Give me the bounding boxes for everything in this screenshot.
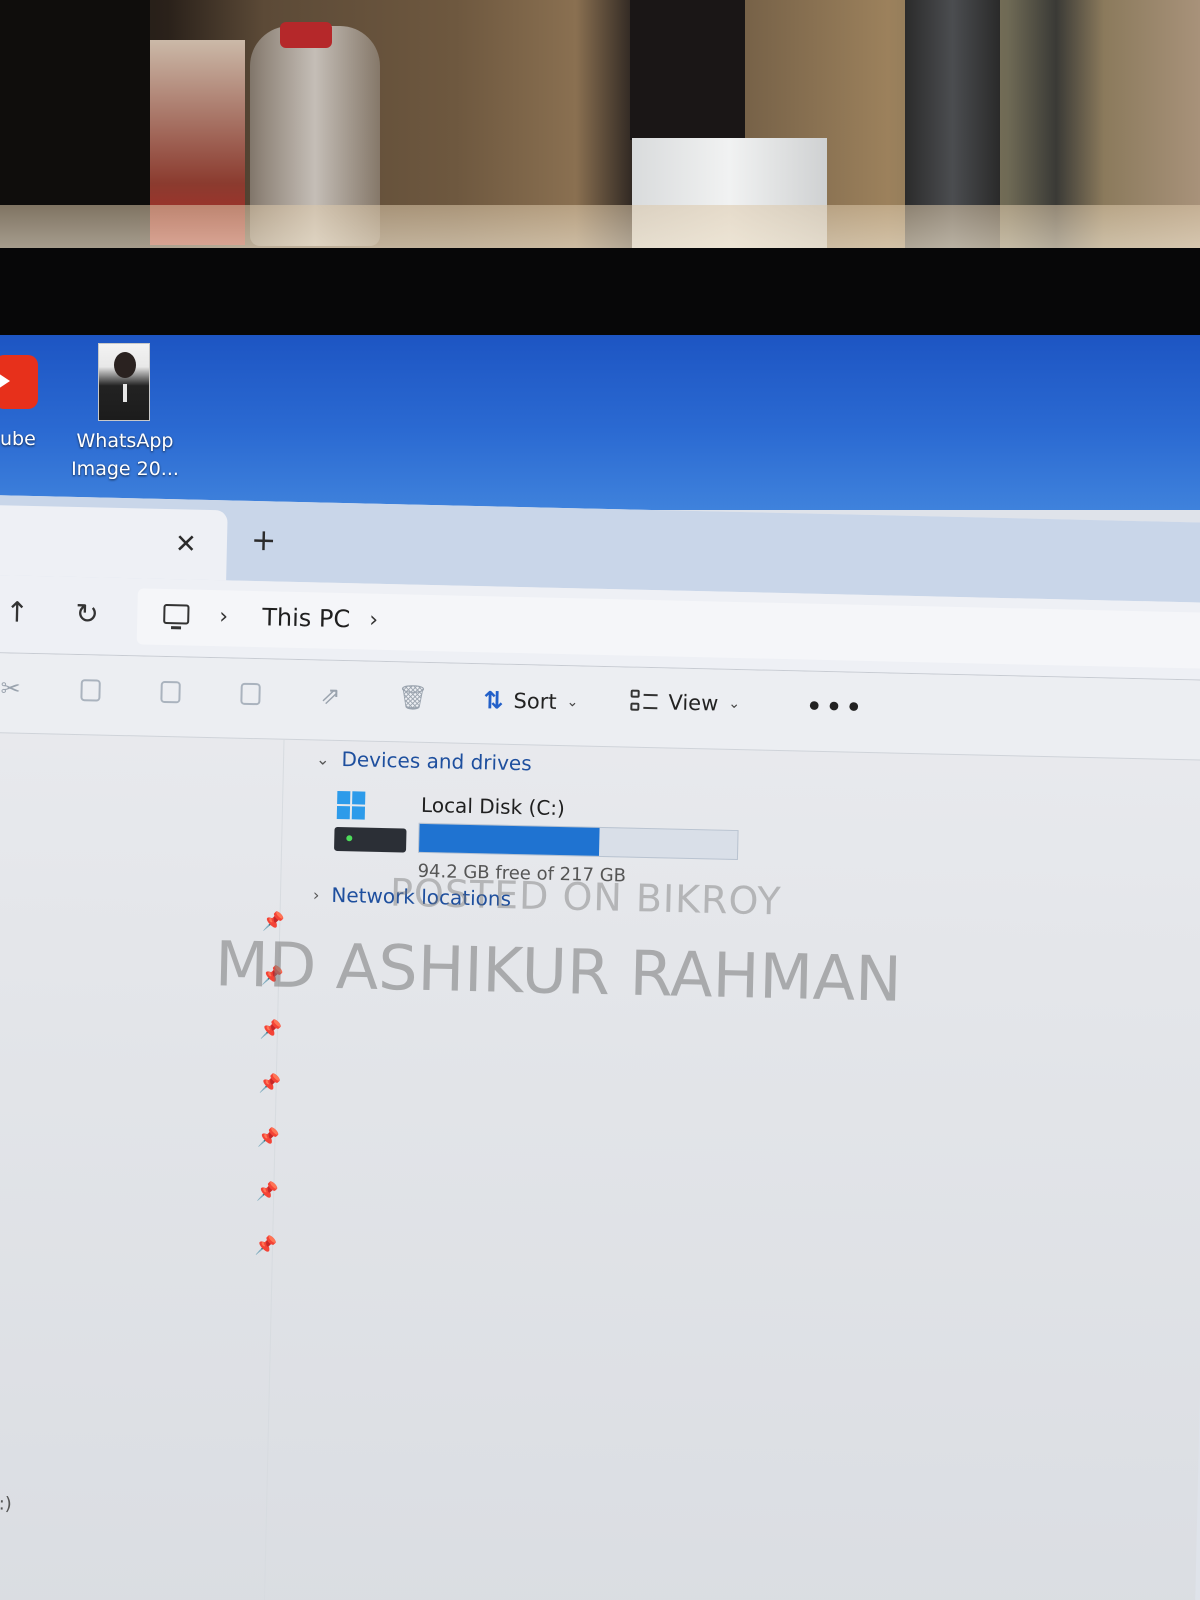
desktop-icon-label-line: Image 20... bbox=[71, 458, 179, 480]
pin-icon: 📌 bbox=[254, 1235, 278, 1257]
pin-icon: 📌 bbox=[257, 1127, 281, 1149]
navigation-pane: 📌 📌 📌 📌 📌 📌 📌 (C:) bbox=[0, 732, 285, 1600]
youtube-icon[interactable] bbox=[0, 355, 38, 409]
view-button[interactable]: View ⌄ bbox=[630, 689, 741, 716]
chevron-right-icon[interactable]: › bbox=[219, 604, 228, 629]
desktop-icon-label: WhatsApp Image 20... bbox=[60, 427, 190, 483]
windows-logo-icon bbox=[336, 790, 366, 820]
new-tab-button[interactable]: + bbox=[251, 523, 277, 559]
up-arrow-icon[interactable]: ↑ bbox=[5, 595, 29, 629]
chevron-down-icon: ⌄ bbox=[728, 695, 741, 713]
nav-item-c-drive[interactable]: (C:) bbox=[0, 1493, 12, 1515]
watermark-line-1: POSTED ON BIKROY bbox=[389, 870, 783, 924]
pin-icon: 📌 bbox=[259, 1019, 283, 1041]
drive-name: Local Disk (C:) bbox=[420, 792, 566, 821]
devices-and-drives-header[interactable]: ⌄ Devices and drives bbox=[316, 746, 532, 775]
close-tab-icon[interactable]: ✕ bbox=[175, 529, 197, 559]
chevron-right-icon[interactable]: › bbox=[369, 608, 378, 633]
sort-icon: ⇅ bbox=[483, 686, 504, 715]
whatsapp-image-thumbnail-icon[interactable] bbox=[98, 343, 150, 421]
chevron-down-icon: ⌄ bbox=[315, 748, 330, 769]
computer-icon bbox=[163, 603, 190, 625]
chevron-right-icon: › bbox=[312, 884, 320, 905]
desktop-icon-label-line: WhatsApp bbox=[76, 430, 174, 452]
rename-icon[interactable] bbox=[237, 681, 264, 708]
storage-bar bbox=[417, 822, 739, 861]
disk-body bbox=[334, 826, 407, 853]
hard-drive-icon bbox=[334, 790, 416, 863]
sort-button[interactable]: ⇅ Sort ⌄ bbox=[483, 686, 579, 716]
section-title: Devices and drives bbox=[341, 747, 532, 776]
paste-icon[interactable] bbox=[157, 679, 184, 706]
copy-icon[interactable] bbox=[77, 677, 104, 704]
desktop-icon-label: ube bbox=[0, 428, 36, 450]
pin-icon: 📌 bbox=[256, 1181, 279, 1203]
breadcrumb-this-pc[interactable]: This PC bbox=[262, 603, 351, 633]
cut-icon[interactable]: ✂ bbox=[0, 674, 24, 702]
view-icon bbox=[630, 689, 659, 715]
delete-icon[interactable]: 🗑 bbox=[397, 683, 428, 712]
background-dark-object bbox=[630, 0, 745, 140]
background-bottle-cap bbox=[280, 22, 332, 48]
desktop: ube WhatsApp Image 20... bbox=[0, 335, 1200, 510]
more-options-icon[interactable]: ••• bbox=[805, 690, 865, 726]
refresh-icon[interactable]: ↻ bbox=[75, 597, 99, 631]
tab-this-pc[interactable]: ✕ bbox=[0, 504, 228, 581]
share-icon[interactable]: ⇗ bbox=[317, 682, 344, 710]
laptop-bezel bbox=[0, 248, 1200, 348]
sort-label: Sort bbox=[513, 688, 557, 714]
background-photo bbox=[0, 0, 1200, 268]
breadcrumb[interactable]: › This PC › bbox=[136, 588, 1200, 669]
file-explorer-window: ✕ + ↑ ↻ › This PC › ✂ ⇗ 🗑 ⇅ Sort ⌄ View … bbox=[0, 495, 1200, 1600]
chevron-down-icon: ⌄ bbox=[566, 694, 579, 711]
view-label: View bbox=[668, 690, 719, 716]
storage-bar-fill bbox=[419, 823, 600, 856]
content-area: 📌 📌 📌 📌 📌 📌 📌 (C:) ⌄ Devices and drives … bbox=[0, 732, 1200, 1600]
watermark-line-2: MD ASHIKUR RAHMAN bbox=[214, 927, 903, 1016]
pin-icon: 📌 bbox=[258, 1073, 282, 1095]
